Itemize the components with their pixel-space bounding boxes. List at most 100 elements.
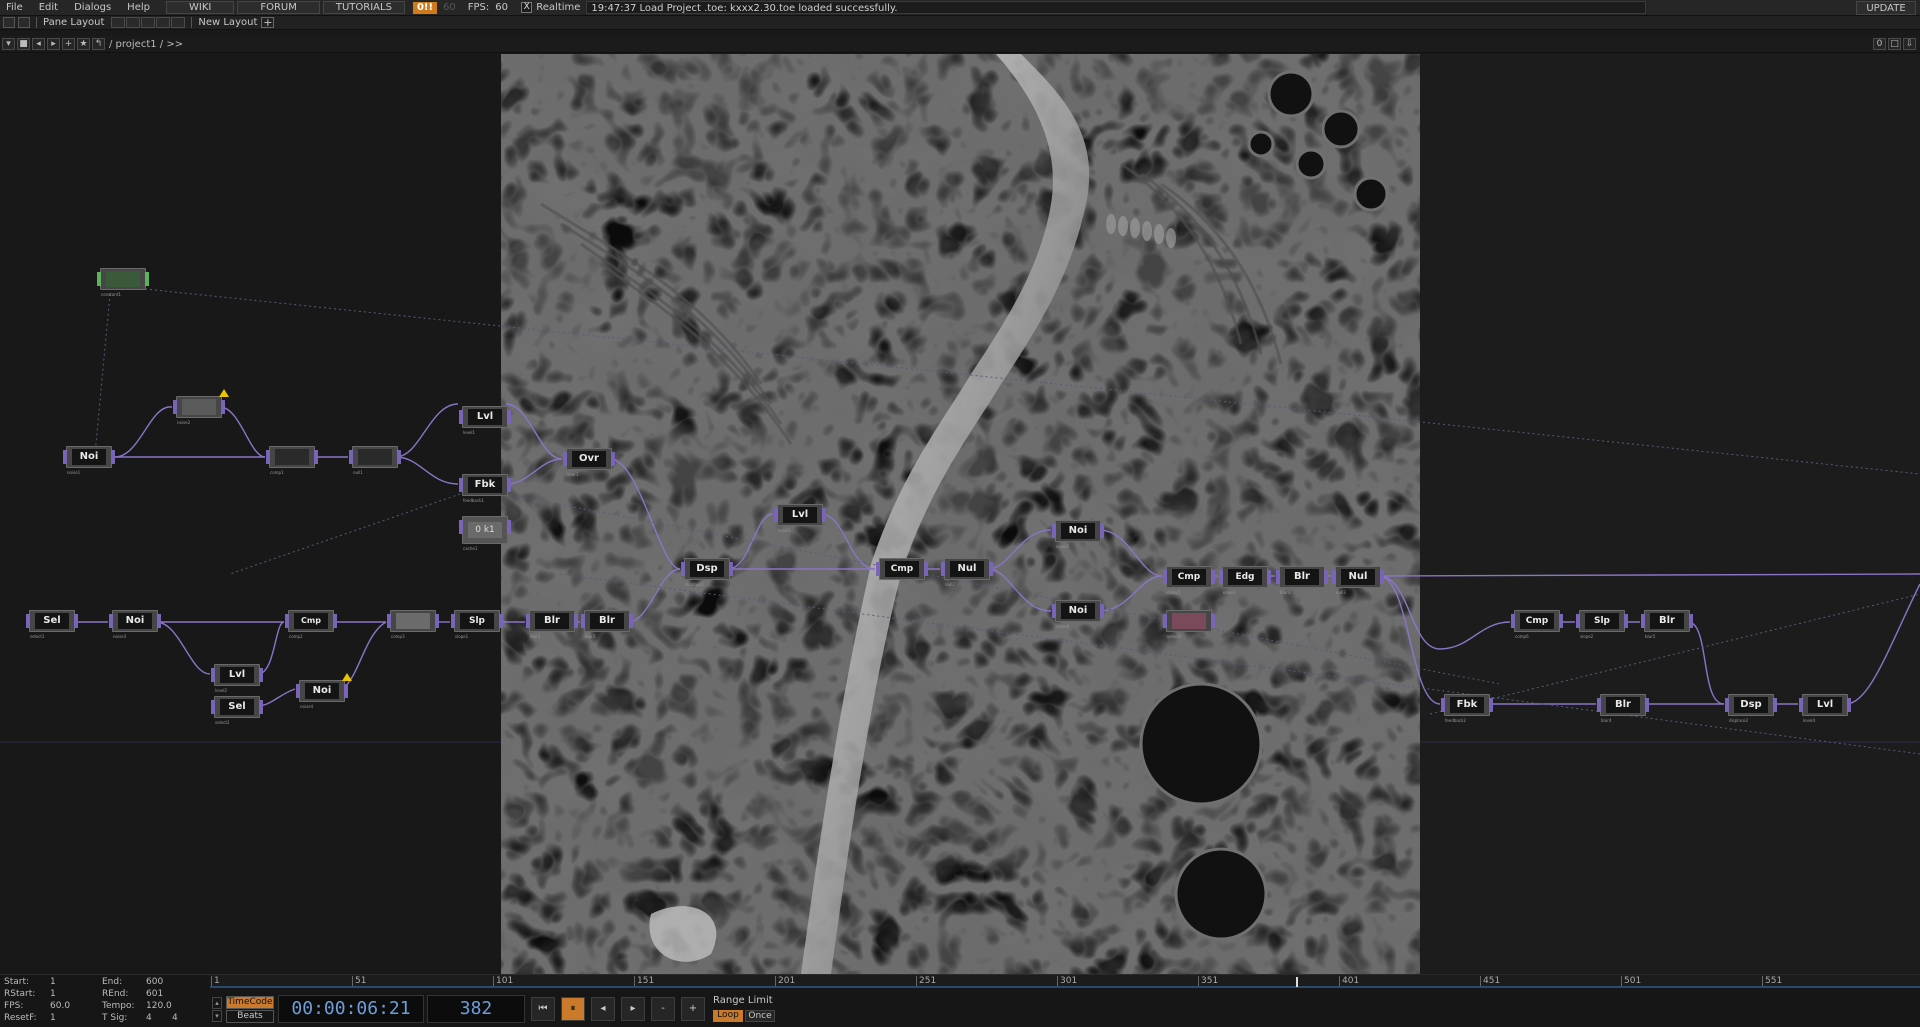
warning-icon[interactable] <box>219 389 229 397</box>
layout-icon[interactable] <box>3 17 15 28</box>
wiki-button[interactable]: WIKI <box>165 1 235 14</box>
node-feedback[interactable]: Fbk feedback1 <box>459 474 511 503</box>
node-level[interactable]: Lvl level1 <box>459 406 511 435</box>
node-blur[interactable]: Blr blur3 <box>1276 566 1328 595</box>
resetf-value[interactable]: 1 <box>50 1013 56 1023</box>
node-noise[interactable]: Noi noise1 <box>63 446 115 475</box>
pause-icon[interactable]: ⏸ <box>561 997 585 1021</box>
frame-display[interactable]: 382 <box>427 995 525 1023</box>
start-value[interactable]: 1 <box>50 977 56 987</box>
playhead[interactable] <box>1296 977 1298 987</box>
node-edge[interactable]: Edg edge1 <box>1219 566 1271 595</box>
forum-button[interactable]: FORUM <box>237 1 320 14</box>
node-composite[interactable]: Cmp comp4 <box>876 558 928 587</box>
node-level[interactable]: Lvl level3 <box>774 504 826 533</box>
star-icon[interactable]: ★ <box>77 38 90 50</box>
fps-target: 60 <box>443 2 456 13</box>
tutorials-button[interactable]: TUTORIALS <box>322 1 405 14</box>
node-name: level1 <box>463 430 476 435</box>
layout-single-icon[interactable] <box>111 17 126 28</box>
node-feedback[interactable]: Fbk feedback2 <box>1441 694 1493 723</box>
back-icon[interactable]: ◂ <box>32 38 45 50</box>
new-layout-label[interactable]: New Layout <box>198 17 257 28</box>
fps-value[interactable]: 60.0 <box>50 1001 70 1011</box>
tsig-denominator[interactable]: 4 <box>172 1013 178 1023</box>
node-null-thumbnail[interactable]: null1 <box>349 446 401 475</box>
node-composite[interactable]: Cmp comp2 <box>285 610 337 639</box>
node-cache[interactable]: 0 k1 cache1 <box>459 516 511 551</box>
node-blur[interactable]: Blr blur2 <box>581 610 633 639</box>
node-noise[interactable]: Noi noise6 <box>1052 600 1104 629</box>
node-name: blur3 <box>1280 590 1291 595</box>
parent-icon[interactable]: ↰ <box>92 38 105 50</box>
forward-icon[interactable]: ▸ <box>47 38 60 50</box>
node-displace[interactable]: Dsp displace1 <box>681 558 733 587</box>
layout-triple-icon[interactable] <box>156 17 171 28</box>
node-slope[interactable]: Slp slope1 <box>451 610 503 639</box>
network-path[interactable]: / project1 / >> <box>109 39 183 50</box>
dropdown-icon[interactable]: ▾ <box>2 38 15 50</box>
step-forward-icon[interactable]: ▸ <box>621 997 645 1021</box>
node-level[interactable]: Lvl level2 <box>211 664 263 693</box>
node-constant[interactable]: constant1 <box>97 268 149 297</box>
collapse-up-icon[interactable]: ▴ <box>212 996 222 1009</box>
rend-value[interactable]: 601 <box>146 989 163 999</box>
maximize-icon[interactable]: □ <box>1888 38 1901 50</box>
tsig-numerator[interactable]: 4 <box>146 1013 152 1023</box>
node-noise[interactable]: Noi noise3 <box>109 610 161 639</box>
increase-button[interactable]: + <box>681 997 705 1021</box>
node-name: over1 <box>567 472 579 477</box>
node-null[interactable]: Nul null3 <box>1332 566 1384 595</box>
node-blur[interactable]: Blr blur4 <box>1597 694 1649 723</box>
timecode-mode-button[interactable]: TimeCode <box>226 995 274 1009</box>
timeline-ruler[interactable]: 1 51 101 151 201 251 301 351 401 451 501… <box>210 975 1920 988</box>
beats-mode-button[interactable]: Beats <box>226 1009 274 1023</box>
link-icon[interactable] <box>18 17 30 28</box>
menu-help[interactable]: Help <box>119 2 158 13</box>
node-blur[interactable]: Blr blur1 <box>526 610 578 639</box>
node-noise[interactable]: Noi noise4 <box>296 673 352 709</box>
ruler-tick: 301 <box>1057 976 1077 986</box>
step-back-icon[interactable]: ◂ <box>591 997 615 1021</box>
rstart-value[interactable]: 1 <box>50 989 56 999</box>
stop-icon[interactable]: ■ <box>17 38 30 50</box>
node-comp-thumbnail[interactable]: comp3 <box>387 610 439 639</box>
node-slope[interactable]: Slp slope2 <box>1576 610 1628 639</box>
rewind-icon[interactable]: ⏮ <box>531 997 555 1021</box>
warning-icon[interactable] <box>342 673 352 681</box>
layout-split-h-icon[interactable] <box>126 17 141 28</box>
node-select[interactable]: Sel select1 <box>26 610 78 639</box>
once-button[interactable]: Once <box>745 1010 775 1022</box>
home-icon[interactable]: + <box>62 38 75 50</box>
loop-button[interactable]: Loop <box>713 1010 743 1022</box>
end-value[interactable]: 600 <box>146 977 163 987</box>
decrease-button[interactable]: - <box>651 997 675 1021</box>
pane-menu-icon[interactable]: ⇩ <box>1903 38 1916 50</box>
node-comp-thumbnail[interactable]: comp1 <box>266 446 318 475</box>
menu-edit[interactable]: Edit <box>31 2 66 13</box>
node-displace[interactable]: Dsp displace2 <box>1725 694 1777 723</box>
node-noise[interactable]: Noi noise5 <box>1052 520 1104 549</box>
node-composite[interactable]: Cmp comp6 <box>1511 610 1563 639</box>
node-blur[interactable]: Blr blur5 <box>1641 610 1693 639</box>
node-composite[interactable]: Cmp comp5 <box>1163 566 1215 595</box>
node-null[interactable]: Nul null2 <box>941 558 993 587</box>
network-editor[interactable]: constant1 Noi noise1 noise2 comp1 null1 … <box>0 54 1920 974</box>
menu-dialogs[interactable]: Dialogs <box>66 2 119 13</box>
node-over[interactable]: Ovr over1 <box>563 448 615 477</box>
realtime-checkbox[interactable]: X <box>521 2 533 13</box>
menu-file[interactable]: File <box>0 2 31 13</box>
add-layout-button[interactable]: + <box>261 17 275 28</box>
collapse-down-icon[interactable]: ▾ <box>212 1009 222 1022</box>
update-button[interactable]: UPDATE <box>1856 1 1916 15</box>
ruler-tick: 201 <box>775 976 795 986</box>
node-noise-thumbnail[interactable]: noise2 <box>173 389 229 425</box>
layout-split-v-icon[interactable] <box>141 17 156 28</box>
performance-button[interactable]: 0!! <box>412 1 438 14</box>
node-level[interactable]: Lvl level4 <box>1799 694 1851 723</box>
node-select[interactable]: Sel select2 <box>211 696 263 725</box>
node-select-thumbnail[interactable]: select3 <box>1163 610 1215 639</box>
layout-quad-icon[interactable] <box>171 17 186 28</box>
tempo-value[interactable]: 120.0 <box>146 1001 172 1011</box>
timecode-display[interactable]: 00:00:06:21 <box>278 995 424 1023</box>
